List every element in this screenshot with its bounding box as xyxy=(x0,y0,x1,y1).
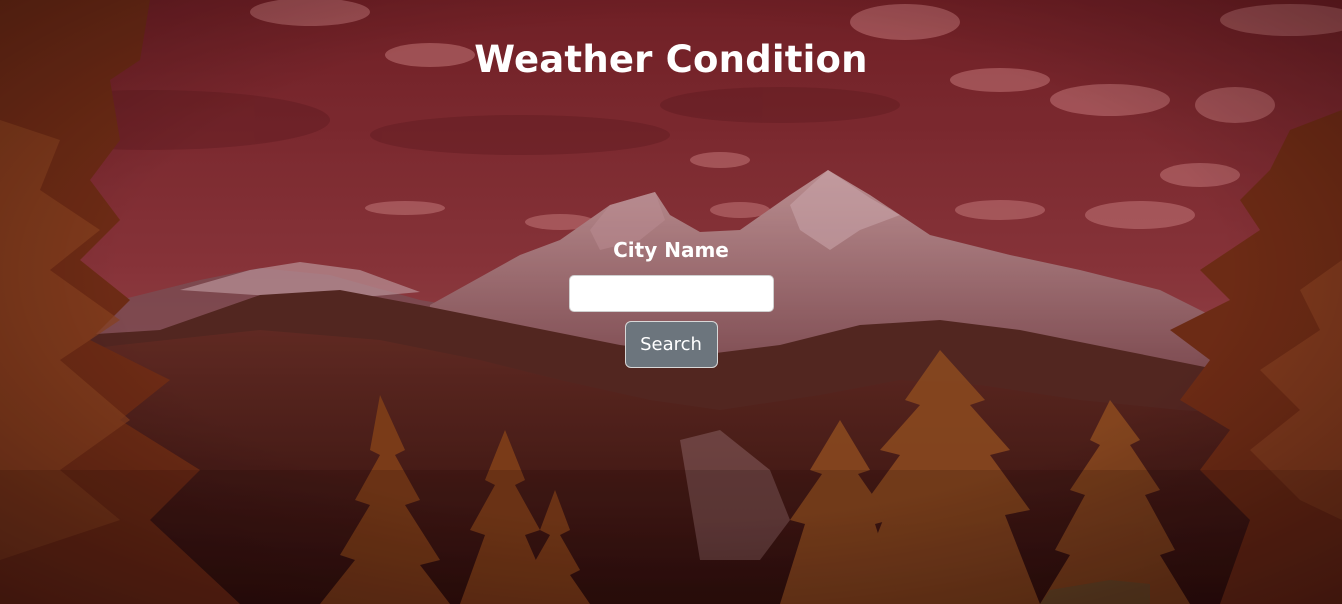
search-form: City Name Search xyxy=(0,236,1342,368)
page-content: Weather Condition City Name Search xyxy=(0,0,1342,604)
city-name-label: City Name xyxy=(613,238,729,262)
page-title: Weather Condition xyxy=(474,38,868,81)
city-name-input[interactable] xyxy=(568,275,774,312)
search-button[interactable]: Search xyxy=(624,321,718,368)
